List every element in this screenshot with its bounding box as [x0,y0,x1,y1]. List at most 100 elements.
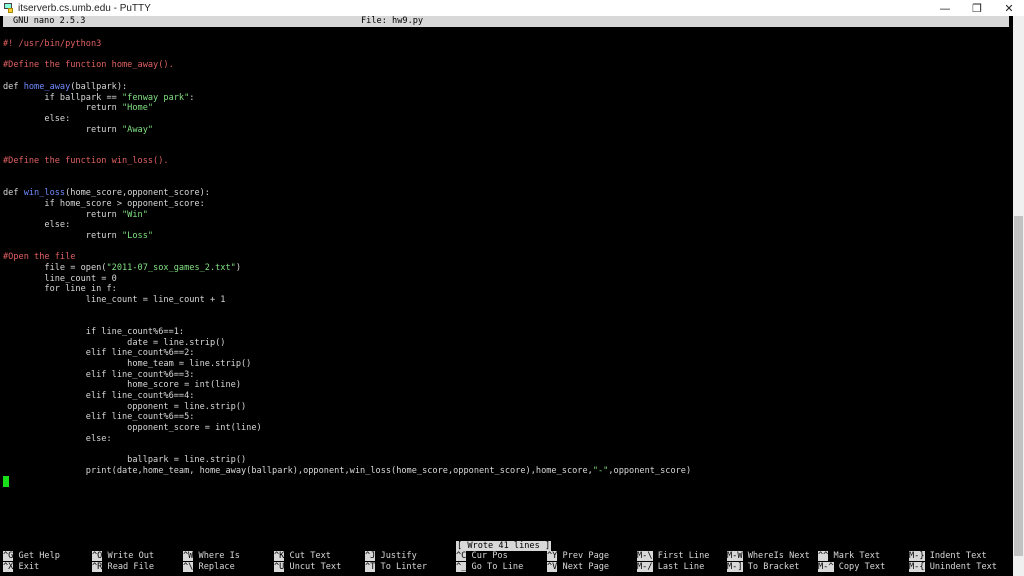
nano-version: GNU nano 2.5.3 [13,16,85,27]
code-text: else: [3,220,70,230]
code-text: else: [3,114,70,124]
code-string: "Win" [122,210,148,220]
code-line: file = open("2011-07_sox_games_2.txt") [3,263,241,274]
shortcut-item[interactable]: ^X Exit [3,562,39,573]
code-line: elif line_count%6==4: [3,391,194,402]
shortcut-item[interactable]: ^W Where Is [183,551,240,562]
shortcut-item[interactable]: ^_ Go To Line [456,562,523,573]
code-text: else: [3,434,112,444]
shortcut-key: ^X [3,562,13,572]
code-keyword: def [3,82,24,92]
code-comment: #! /usr/bin/python3 [3,39,101,49]
code-line: def home_away(ballpark): [3,82,127,93]
close-button[interactable]: ✕ [994,0,1024,16]
code-line: #Open the file [3,252,75,263]
code-text: return [3,125,122,135]
code-text: (ballpark): [70,82,127,92]
code-text: elif line_count%6==2: [3,348,194,358]
shortcut-item[interactable]: ^\ Replace [183,562,235,573]
nano-filename: File: hw9.py [361,16,423,27]
shortcut-key: M-\ [637,551,653,561]
maximize-button[interactable]: ❐ [962,0,992,16]
code-string: "Loss" [122,231,153,241]
shortcut-label: Uncut Text [284,562,341,572]
code-text: elif line_count%6==4: [3,391,194,401]
shortcut-item[interactable]: M-/ Last Line [637,562,704,573]
code-string: "-" [593,466,609,476]
shortcut-label: Cut Text [284,551,331,561]
shortcut-key: M-] [727,562,743,572]
shortcut-item[interactable]: M-] To Bracket [727,562,799,573]
code-text: file = open( [3,263,106,273]
code-text: if line_count%6==1: [3,327,184,337]
shortcut-item[interactable]: ^K Cut Text [274,551,331,562]
shortcut-item[interactable]: ^C Cur Pos [456,551,508,562]
shortcut-label: Get Help [13,551,60,561]
shortcut-key: ^V [547,562,557,572]
shortcut-item[interactable]: ^G Get Help [3,551,60,562]
shortcut-item[interactable]: ^U Uncut Text [274,562,341,573]
code-function-name: home_away [24,82,71,92]
code-text: return [3,231,122,241]
code-line: else: [3,434,112,445]
shortcut-item[interactable]: ^R Read File [92,562,154,573]
code-comment: #Define the function win_loss(). [3,156,169,166]
scrollbar-thumb[interactable] [1014,216,1023,556]
shortcut-key: ^U [274,562,284,572]
shortcut-item[interactable]: ^J Justify [365,551,417,562]
shortcut-label: Unindent Text [925,562,997,572]
shortcut-label: WhereIs Next [743,551,810,561]
putty-app-icon[interactable] [3,2,15,14]
shortcut-item[interactable]: ^^ Mark Text [818,551,880,562]
code-text: for line in f: [3,284,117,294]
shortcut-key: M-/ [637,562,653,572]
code-text: return [3,103,122,113]
code-text: opponent_score = int(line) [3,423,262,433]
shortcut-item[interactable]: ^Y Prev Page [547,551,609,562]
shortcut-item[interactable]: M-{ Unindent Text [909,562,997,573]
shortcut-key: ^T [365,562,375,572]
shortcut-label: Go To Line [466,562,523,572]
window-titlebar[interactable]: itserverb.cs.umb.edu - PuTTY — ❐ ✕ [0,0,1024,16]
shortcut-label: Read File [102,562,154,572]
shortcut-item[interactable]: M-\ First Line [637,551,709,562]
code-function-name: win_loss [24,188,65,198]
code-text: ,opponent_score) [608,466,691,476]
code-line: else: [3,114,70,125]
code-text: if ballpark == [3,93,122,103]
shortcut-item[interactable]: M-^ Copy Text [818,562,885,573]
code-line: if home_score > opponent_score: [3,199,205,210]
code-text: elif line_count%6==5: [3,412,194,422]
text-cursor [3,476,9,487]
shortcut-label: Mark Text [828,551,880,561]
code-line: return "Home" [3,103,153,114]
shortcut-key: M-^ [818,562,834,572]
code-text: (home_score,opponent_score): [65,188,210,198]
code-text: ballpark = line.strip() [3,455,246,465]
shortcut-label: Write Out [102,551,154,561]
shortcut-item[interactable]: ^V Next Page [547,562,609,573]
nano-status-message: [ Wrote 41 lines ] [456,541,551,551]
code-line: return "Away" [3,125,153,136]
code-text: return [3,210,122,220]
minimize-button[interactable]: — [930,0,960,16]
shortcut-label: First Line [653,551,710,561]
shortcut-key: ^R [92,562,102,572]
shortcut-key: ^_ [456,562,466,572]
terminal-scrollbar[interactable] [1013,16,1024,576]
shortcut-item[interactable]: ^T To Linter [365,562,427,573]
shortcut-key: ^G [3,551,13,561]
code-text: line_count = 0 [3,274,117,284]
code-line: ballpark = line.strip() [3,455,246,466]
shortcut-label: Copy Text [834,562,886,572]
code-string: "Away" [122,125,153,135]
code-keyword: def [3,188,24,198]
code-comment: #Define the function home_away(). [3,60,174,70]
code-line: def win_loss(home_score,opponent_score): [3,188,210,199]
code-text: ) [236,263,241,273]
code-string: "2011-07_sox_games_2.txt" [106,263,235,273]
shortcut-key: ^O [92,551,102,561]
shortcut-item[interactable]: M-} Indent Text [909,551,987,562]
shortcut-item[interactable]: ^O Write Out [92,551,154,562]
shortcut-item[interactable]: M-W WhereIs Next [727,551,810,562]
